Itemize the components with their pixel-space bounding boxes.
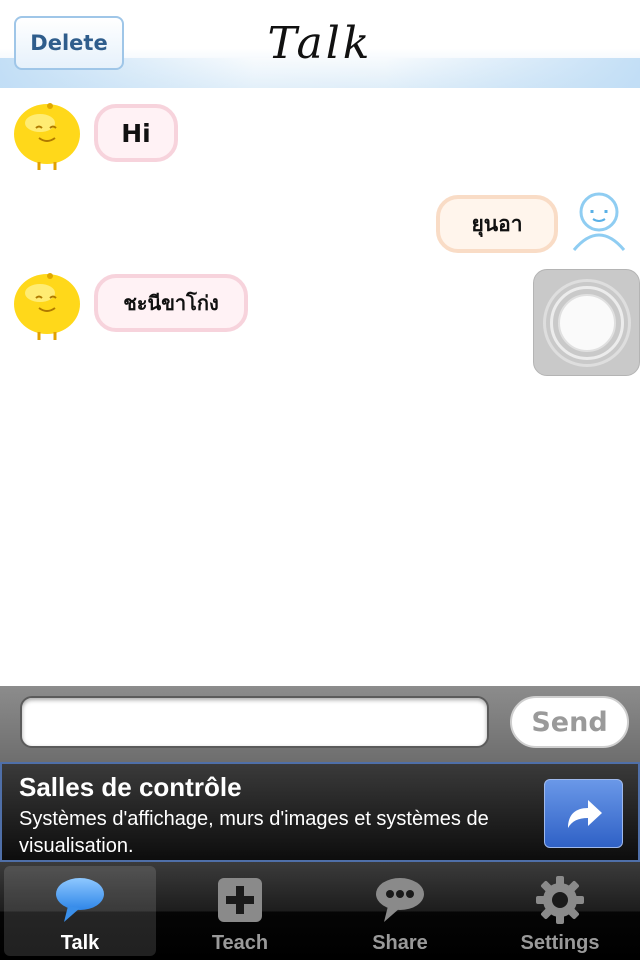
- ad-action-button[interactable]: [544, 779, 623, 848]
- nav-bar: Delete Talk: [0, 0, 640, 88]
- bot-avatar-icon: [10, 98, 84, 172]
- message-text: Hi: [121, 118, 151, 148]
- speech-bubble-icon: [54, 874, 106, 926]
- tab-teach[interactable]: Teach: [164, 866, 316, 956]
- tab-talk[interactable]: Talk: [4, 866, 156, 956]
- message-bubble-bot: Hi: [94, 104, 178, 162]
- ellipsis-bubble-icon: [374, 874, 426, 926]
- ad-banner[interactable]: Salles de contrôle Systèmes d'affichage,…: [0, 762, 640, 862]
- ad-title: Salles de contrôle: [19, 772, 242, 802]
- share-arrow-icon: [567, 799, 602, 828]
- message-input[interactable]: [20, 696, 489, 748]
- chat-area[interactable]: Hi ยุนอา ชะนีขาโก่ง: [0, 88, 640, 686]
- send-button[interactable]: Send: [510, 696, 629, 748]
- tab-label: Share: [372, 932, 428, 954]
- tab-bar: Talk Teach Share Settings: [0, 862, 640, 960]
- tab-settings[interactable]: Settings: [484, 866, 636, 956]
- tab-share[interactable]: Share: [324, 866, 476, 956]
- page-title: Talk: [267, 18, 373, 69]
- message-text: ยุนอา: [471, 211, 523, 236]
- message-bubble-user: ยุนอา: [436, 195, 558, 253]
- message-bubble-bot: ชะนีขาโก่ง: [94, 274, 248, 332]
- gear-icon: [534, 874, 586, 926]
- compose-bar: Send: [0, 686, 640, 762]
- tab-label: Talk: [60, 932, 100, 954]
- plus-icon: [214, 874, 266, 926]
- assistive-touch-button[interactable]: [533, 269, 640, 376]
- assistive-touch-icon: [542, 278, 631, 367]
- ad-description: Systèmes d'affichage, murs d'images et s…: [19, 808, 489, 857]
- bot-avatar-icon: [10, 268, 84, 342]
- user-avatar-icon: [566, 188, 632, 254]
- tab-label: Settings: [520, 932, 600, 954]
- tab-label: Teach: [211, 932, 269, 954]
- message-text: ชะนีขาโก่ง: [123, 291, 219, 315]
